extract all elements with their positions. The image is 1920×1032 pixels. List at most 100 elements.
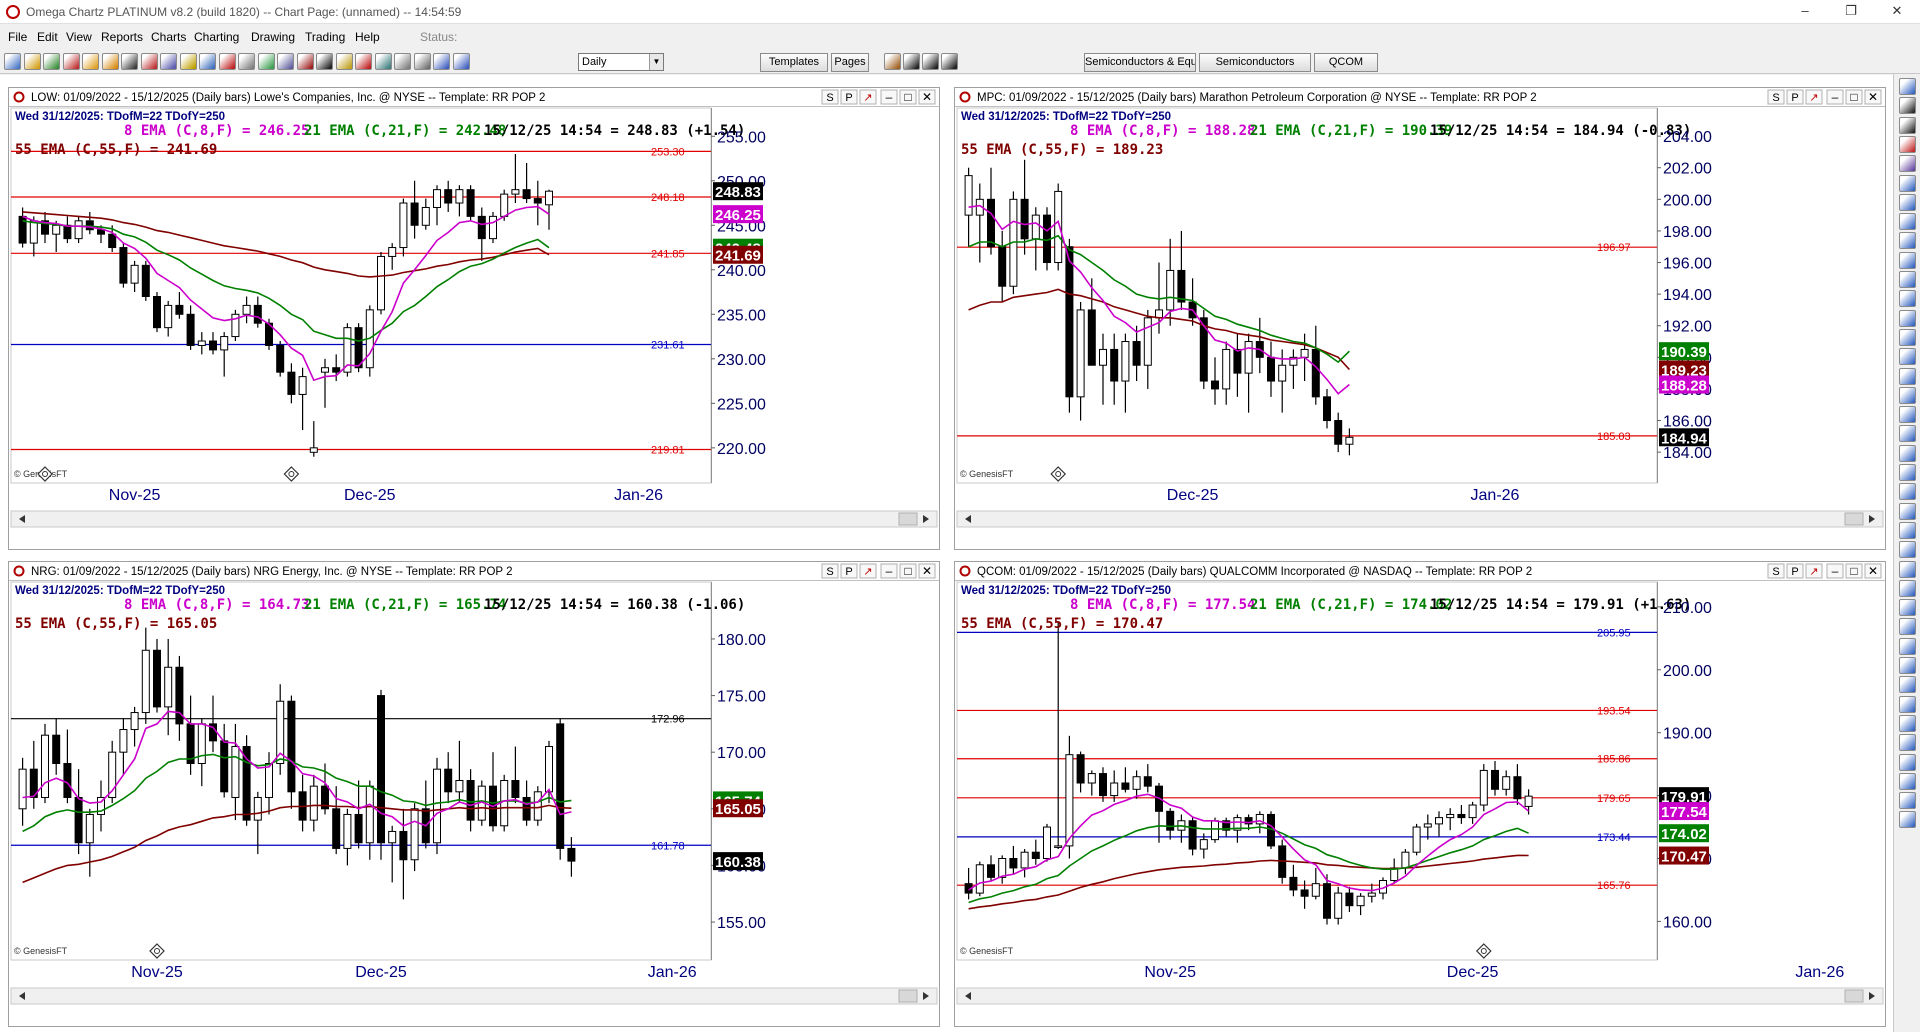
candle[interactable] — [343, 323, 352, 377]
drawing-tool-icon-3[interactable] — [1899, 116, 1916, 134]
candle[interactable] — [466, 185, 475, 221]
chart-window-low[interactable]: LOW: 01/09/2022 - 15/12/2025 (Daily bars… — [8, 87, 940, 550]
drawing-tool-icon-30[interactable] — [1899, 637, 1916, 655]
candle[interactable] — [1065, 735, 1074, 859]
period-button[interactable]: P — [1786, 89, 1804, 105]
page-tab-qcom[interactable]: QCOM — [1314, 53, 1378, 72]
maximize-chart-button[interactable]: □ — [1845, 563, 1863, 579]
page-tab-semiconductors[interactable]: Semiconductors — [1199, 53, 1311, 72]
candle[interactable] — [377, 251, 385, 315]
drawing-tool-icon-26[interactable] — [1899, 560, 1916, 578]
drawing-tool-icon-27[interactable] — [1899, 579, 1916, 597]
chevron-down-icon[interactable]: ▼ — [649, 54, 663, 70]
close-button[interactable]: ✕ — [1874, 0, 1920, 24]
security-button[interactable]: S — [1767, 89, 1785, 105]
toolbar-tool-icon-24[interactable] — [452, 53, 470, 70]
scrollbar-thumb[interactable] — [898, 989, 918, 1003]
drawing-tool-icon-28[interactable] — [1899, 599, 1916, 617]
candle[interactable] — [231, 309, 240, 342]
drawing-tool-icon-35[interactable] — [1899, 734, 1916, 752]
drawing-tool-icon-7[interactable] — [1899, 193, 1916, 211]
toolbar-tool-icon-17[interactable] — [316, 53, 333, 70]
candle[interactable] — [556, 718, 565, 860]
maximize-chart-button[interactable]: □ — [1845, 89, 1863, 105]
candle[interactable] — [500, 774, 509, 832]
drawing-tool-icon-10[interactable] — [1899, 251, 1916, 269]
scrollbar-thumb[interactable] — [1844, 989, 1864, 1003]
scrollbar-thumb[interactable] — [1844, 512, 1864, 526]
scrollbar-thumb[interactable] — [898, 512, 918, 526]
toolbar-tool-icon-22[interactable] — [413, 53, 431, 70]
minimize-chart-button[interactable]: – — [1826, 563, 1844, 579]
candle[interactable] — [1479, 764, 1488, 812]
close-chart-button[interactable]: ✕ — [1864, 89, 1882, 105]
toolbar-tool-icon-7[interactable] — [121, 53, 138, 70]
security-button[interactable]: S — [821, 563, 839, 579]
toolbar-tool-icon-28[interactable] — [941, 53, 958, 70]
menu-help[interactable]: Help — [355, 30, 380, 44]
drawing-tool-icon-13[interactable] — [1899, 309, 1916, 327]
period-button[interactable]: P — [840, 89, 858, 105]
toolbar-tool-icon-12[interactable] — [218, 53, 236, 70]
candle[interactable] — [242, 735, 251, 826]
drawing-tool-icon-14[interactable] — [1899, 328, 1916, 346]
candle[interactable] — [365, 305, 374, 377]
horizontal-scrollbar[interactable] — [10, 987, 938, 1005]
restore-button[interactable]: ❐ — [1828, 0, 1874, 24]
drawing-tool-icon-2[interactable] — [1899, 97, 1916, 115]
drawing-tool-icon-34[interactable] — [1899, 714, 1916, 732]
horizontal-scrollbar[interactable] — [956, 510, 1884, 528]
chart-window-nrg[interactable]: NRG: 01/09/2022 - 15/12/2025 (Daily bars… — [8, 561, 940, 1027]
candle[interactable] — [276, 341, 285, 377]
drawing-tool-icon-4[interactable] — [1899, 135, 1916, 153]
plot-area[interactable] — [956, 581, 1658, 961]
drawing-tool-icon-39[interactable] — [1899, 811, 1916, 829]
drawing-tool-icon-20[interactable] — [1899, 444, 1916, 462]
chart-window-qcom[interactable]: QCOM: 01/09/2022 - 15/12/2025 (Daily bar… — [954, 561, 1886, 1027]
chart-mpc[interactable]: MPC: 01/09/2022 - 15/12/2025 (Daily bars… — [955, 88, 1885, 549]
menu-edit[interactable]: Edit — [37, 30, 58, 44]
candle[interactable] — [533, 786, 542, 826]
toolbar-tool-icon-27[interactable] — [922, 53, 939, 70]
menu-charts[interactable]: Charts — [151, 30, 186, 44]
maximize-chart-button[interactable]: □ — [899, 89, 917, 105]
drawing-tool-icon-31[interactable] — [1899, 657, 1916, 674]
link-button[interactable]: ↗ — [859, 563, 877, 579]
chart-window-mpc[interactable]: MPC: 01/09/2022 - 15/12/2025 (Daily bars… — [954, 87, 1886, 550]
drawing-tool-icon-29[interactable] — [1899, 618, 1916, 636]
security-button[interactable]: S — [1767, 563, 1785, 579]
close-chart-button[interactable]: ✕ — [918, 563, 936, 579]
drawing-tool-icon-8[interactable] — [1899, 213, 1916, 231]
candle[interactable] — [433, 757, 441, 855]
toolbar-tool-icon-4[interactable] — [62, 53, 80, 70]
toolbar-tool-icon-6[interactable] — [101, 53, 119, 70]
chart-qcom[interactable]: QCOM: 01/09/2022 - 15/12/2025 (Daily bar… — [955, 562, 1885, 1026]
toolbar-tool-icon-16[interactable] — [296, 53, 314, 70]
menu-drawing[interactable]: Drawing — [251, 30, 295, 44]
candle[interactable] — [153, 292, 161, 333]
candle[interactable] — [153, 638, 161, 713]
minimize-chart-button[interactable]: – — [880, 563, 898, 579]
drawing-tool-icon-37[interactable] — [1899, 772, 1916, 790]
candle[interactable] — [489, 211, 497, 244]
toolbar-tool-icon-13[interactable] — [238, 53, 255, 70]
pages-button[interactable]: Pages — [831, 53, 869, 72]
menu-file[interactable]: File — [8, 30, 27, 44]
candle[interactable] — [1054, 183, 1063, 271]
candle[interactable] — [975, 861, 984, 897]
drawing-tool-icon-18[interactable] — [1899, 406, 1916, 424]
templates-button[interactable]: Templates — [760, 53, 828, 72]
toolbar-tool-icon-8[interactable] — [140, 53, 158, 70]
chart-nrg[interactable]: NRG: 01/09/2022 - 15/12/2025 (Daily bars… — [9, 562, 939, 1026]
drawing-tool-icon-24[interactable] — [1899, 521, 1916, 539]
toolbar-tool-icon-20[interactable] — [374, 53, 392, 70]
toolbar-tool-icon-21[interactable] — [394, 53, 411, 70]
minimize-button[interactable]: – — [1782, 0, 1828, 24]
horizontal-scrollbar[interactable] — [10, 510, 938, 528]
toolbar-tool-icon-9[interactable] — [160, 53, 177, 70]
toolbar-tool-icon-10[interactable] — [179, 53, 197, 70]
toolbar-tool-icon-25[interactable] — [884, 53, 901, 70]
toolbar-tool-icon-15[interactable] — [277, 53, 294, 70]
candle[interactable] — [1412, 823, 1421, 856]
page-tab-semiconductors-equipment[interactable]: Semiconductors & Equi — [1084, 53, 1196, 72]
